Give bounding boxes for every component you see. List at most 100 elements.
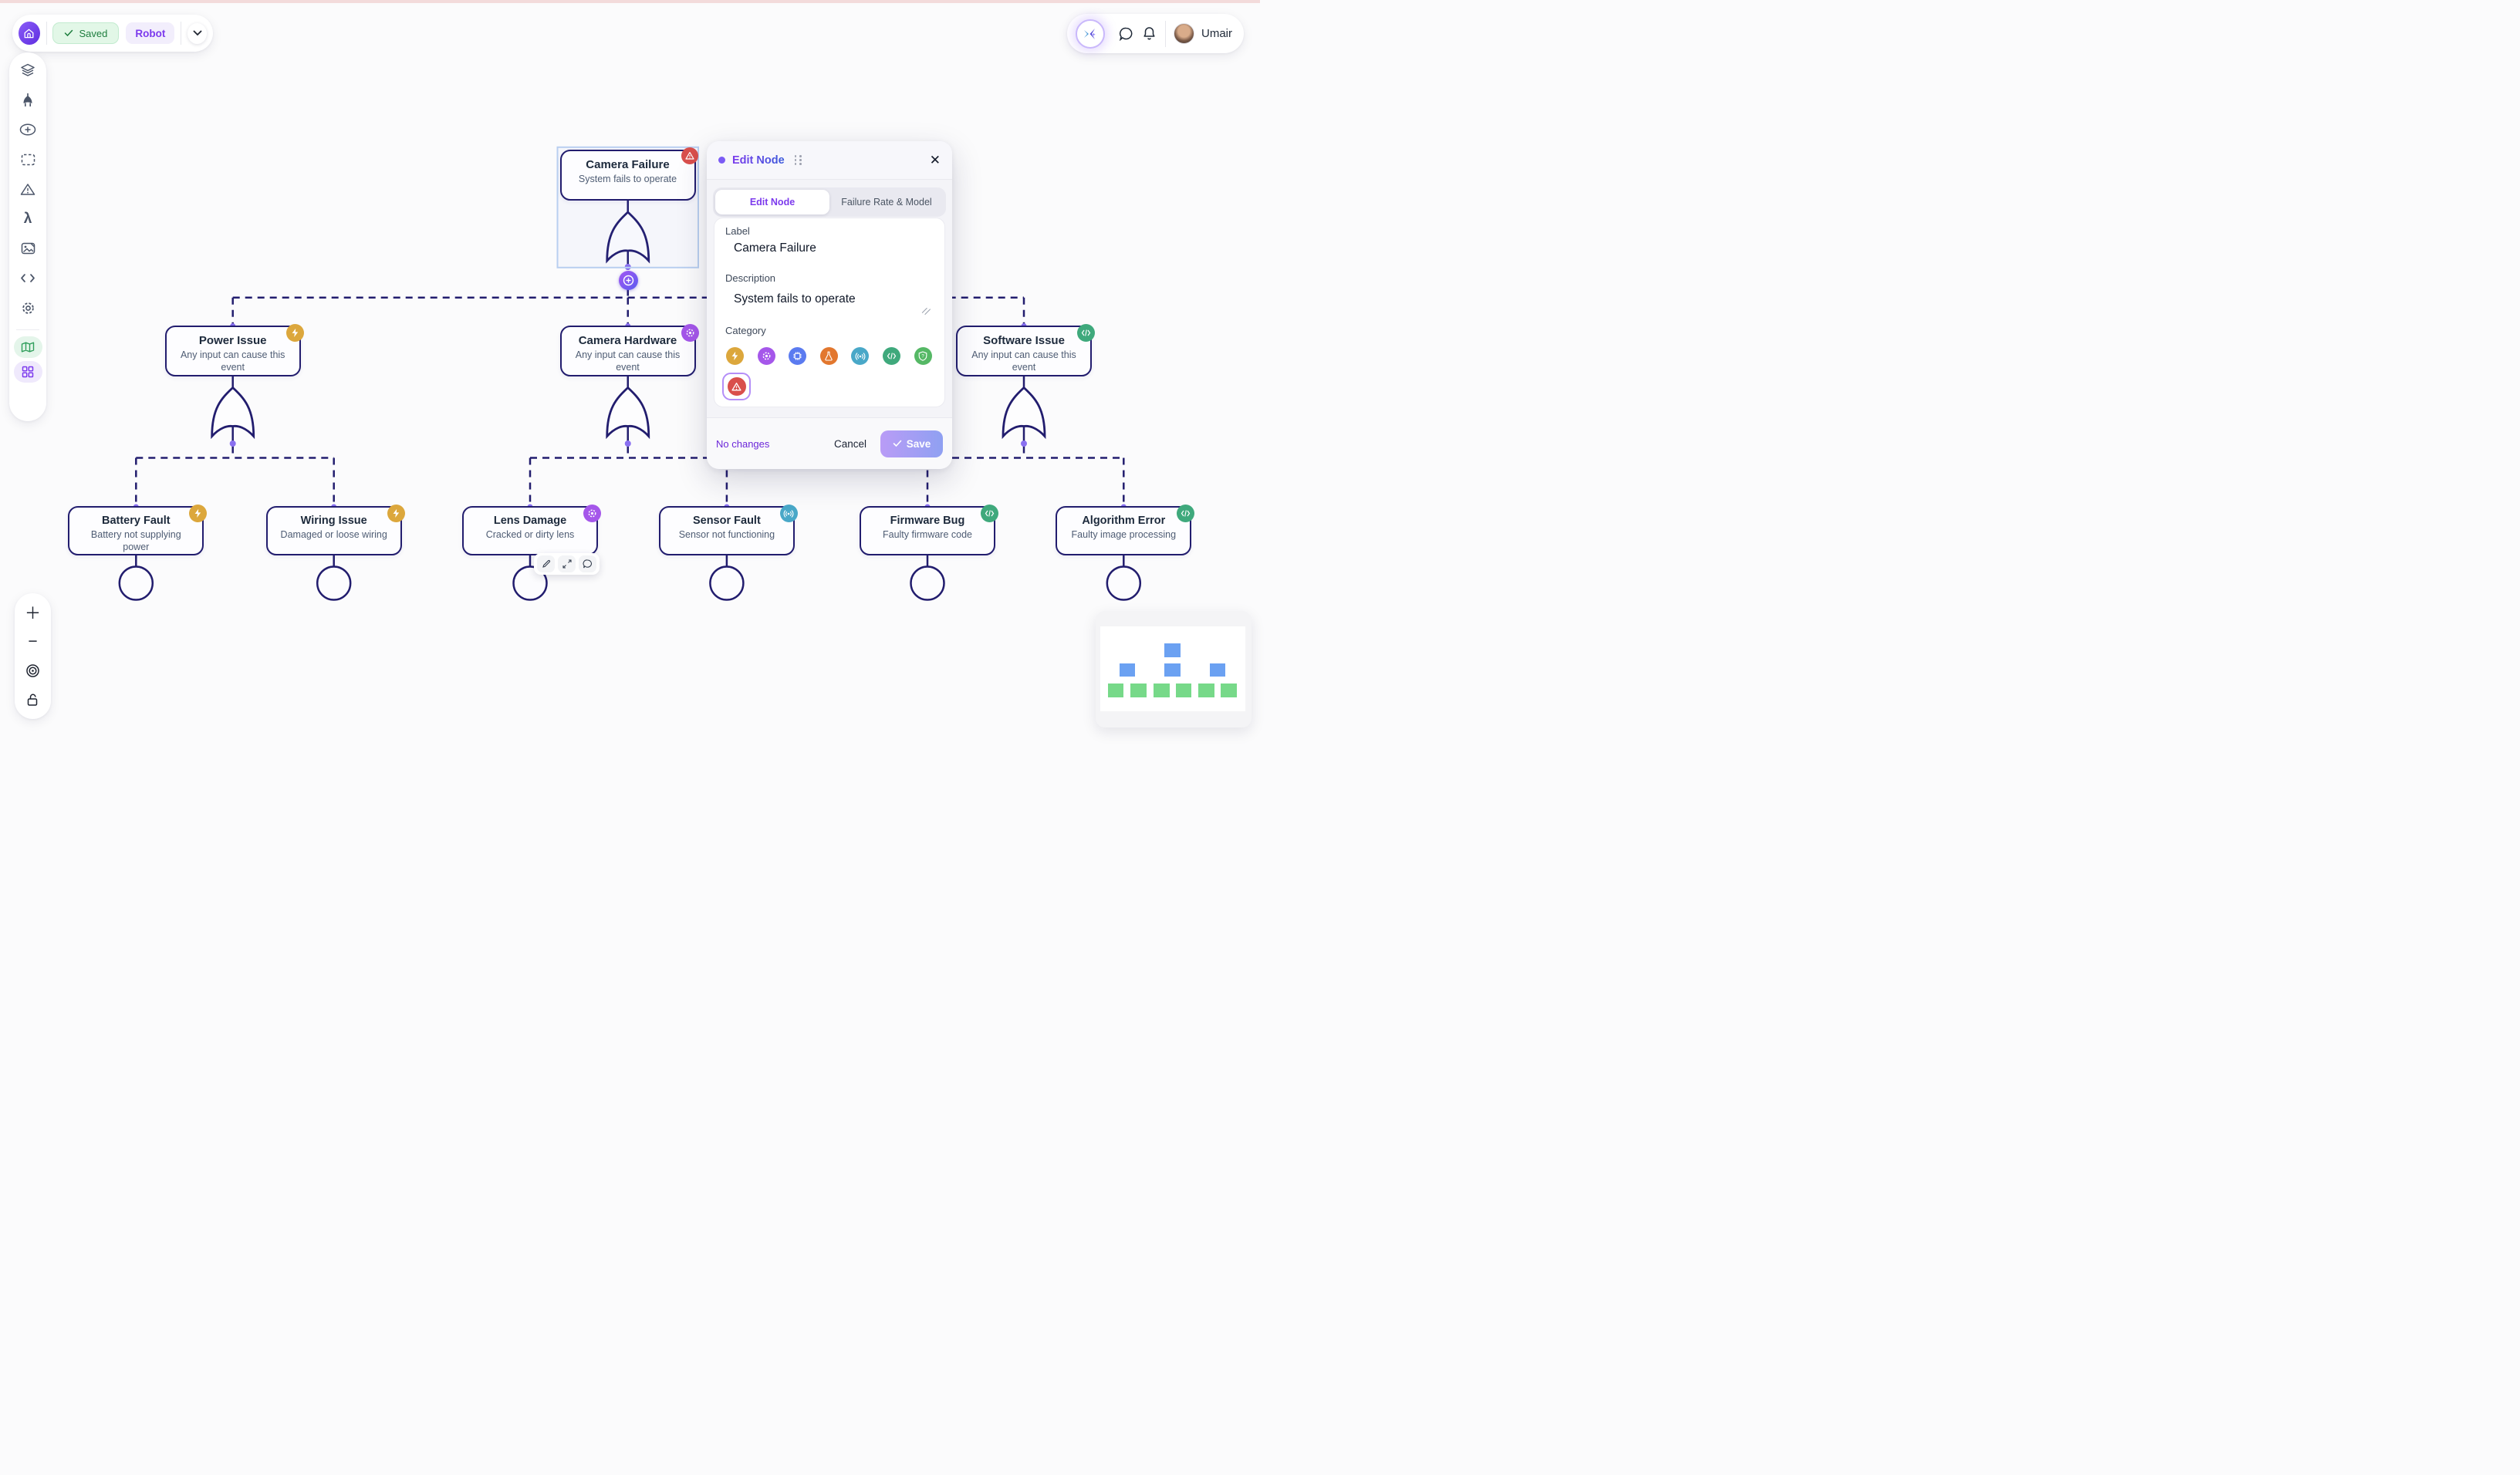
- project-name-badge[interactable]: Robot: [126, 22, 174, 44]
- node-sensor-fault[interactable]: Sensor Fault Sensor not functioning: [659, 506, 795, 555]
- minimap-toggle[interactable]: [14, 336, 42, 358]
- node-title: Algorithm Error: [1057, 515, 1190, 527]
- selection-rect-icon: [21, 154, 35, 166]
- node-title: Lens Damage: [464, 515, 596, 527]
- node-algorithm-error[interactable]: Algorithm Error Faulty image processing: [1056, 506, 1191, 555]
- warning-triangle-icon: [20, 183, 35, 196]
- panel-title: Edit Node: [732, 154, 785, 167]
- category-field-label: Category: [725, 325, 766, 336]
- node-software-issue[interactable]: Software Issue Any input can cause this …: [956, 326, 1092, 376]
- description-field-label: Description: [725, 272, 775, 284]
- node-title: Battery Fault: [69, 515, 202, 527]
- topbar-left: Saved Robot: [12, 15, 213, 52]
- node-subtitle: System fails to operate: [562, 171, 694, 185]
- saved-label: Saved: [79, 28, 107, 39]
- add-child-button[interactable]: [619, 271, 638, 290]
- warning-tool[interactable]: [15, 176, 41, 202]
- ai-assistant-button[interactable]: [1076, 19, 1105, 49]
- node-title: Power Issue: [167, 334, 299, 347]
- code-tool[interactable]: [15, 265, 41, 292]
- category-gear-icon[interactable]: [758, 347, 775, 365]
- node-wiring-issue[interactable]: Wiring Issue Damaged or loose wiring: [266, 506, 402, 555]
- save-button[interactable]: Save: [880, 430, 943, 457]
- category-warning-icon[interactable]: [728, 377, 746, 396]
- category-flask-icon[interactable]: [820, 347, 838, 365]
- grid-view-toggle[interactable]: [14, 361, 42, 383]
- lambda-tool[interactable]: λ: [15, 206, 41, 232]
- chevron-down-icon[interactable]: [187, 23, 207, 44]
- user-avatar[interactable]: [1174, 23, 1194, 44]
- category-options: ?: [726, 347, 932, 365]
- panel-form-card: Label Camera Failure Description System …: [714, 218, 945, 407]
- add-node-icon: [19, 123, 36, 136]
- layers-tool[interactable]: [15, 57, 41, 83]
- settings-tool[interactable]: [15, 295, 41, 321]
- notifications-button[interactable]: [1137, 22, 1160, 46]
- lock-button[interactable]: [22, 688, 45, 711]
- tab-edit-node[interactable]: Edit Node: [715, 190, 829, 214]
- category-code-icon[interactable]: [883, 347, 900, 365]
- category-lightning-icon[interactable]: [726, 347, 744, 365]
- select-area-tool[interactable]: [15, 147, 41, 173]
- node-battery-fault[interactable]: Battery Fault Battery not supplying powe…: [68, 506, 204, 555]
- category-broadcast-icon[interactable]: [851, 347, 869, 365]
- node-power-issue[interactable]: Power Issue Any input can cause this eve…: [165, 326, 301, 376]
- or-gate-icon: [20, 93, 35, 108]
- node-subtitle: Cracked or dirty lens: [464, 527, 596, 541]
- category-chip-icon[interactable]: [789, 347, 806, 365]
- map-icon: [21, 342, 35, 353]
- lightning-badge-icon: [387, 505, 405, 522]
- textarea-resize-handle-icon[interactable]: [920, 304, 931, 315]
- divider: [46, 22, 47, 45]
- node-title: Sensor Fault: [660, 515, 793, 527]
- panel-footer: No changes Cancel Save: [707, 417, 952, 469]
- lightning-badge-icon: [286, 324, 304, 342]
- no-changes-link[interactable]: No changes: [716, 438, 769, 450]
- label-field-input[interactable]: Camera Failure: [734, 241, 816, 255]
- save-button-label: Save: [907, 438, 931, 450]
- bell-icon: [1143, 26, 1156, 41]
- canvas-controls: ＋ −: [15, 593, 51, 719]
- gear-badge-icon: [681, 324, 699, 342]
- zoom-in-button[interactable]: ＋: [22, 601, 45, 624]
- close-icon[interactable]: ✕: [930, 154, 941, 167]
- fit-view-button[interactable]: [22, 659, 45, 682]
- minimap[interactable]: [1096, 611, 1252, 727]
- node-title: Wiring Issue: [268, 515, 400, 527]
- gate-tool[interactable]: [15, 87, 41, 113]
- node-subtitle: Any input can cause this event: [958, 347, 1090, 374]
- expand-node-button[interactable]: [558, 555, 576, 572]
- node-subtitle: Damaged or loose wiring: [268, 527, 400, 541]
- node-title: Camera Hardware: [562, 334, 694, 347]
- category-shield-question-icon[interactable]: ?: [914, 347, 932, 365]
- image-export-tool[interactable]: [15, 235, 41, 262]
- grid-icon: [22, 366, 34, 378]
- zoom-out-button[interactable]: −: [22, 630, 45, 653]
- user-name: Umair: [1201, 27, 1232, 40]
- chat-button[interactable]: [1114, 22, 1137, 46]
- divider: [16, 329, 39, 330]
- saved-status-badge: Saved: [52, 22, 119, 44]
- node-camera-hardware[interactable]: Camera Hardware Any input can cause this…: [560, 326, 696, 376]
- description-field-input[interactable]: System fails to operate: [734, 292, 856, 306]
- image-file-icon: [21, 242, 35, 255]
- node-camera-failure[interactable]: Camera Failure System fails to operate: [560, 150, 696, 201]
- tab-failure-rate-model[interactable]: Failure Rate & Model: [829, 190, 944, 214]
- home-button[interactable]: [19, 22, 40, 45]
- warning-badge-icon: [681, 147, 698, 164]
- panel-status-dot-icon: [718, 157, 725, 164]
- node-firmware-bug[interactable]: Firmware Bug Faulty firmware code: [860, 506, 995, 555]
- comment-node-button[interactable]: [579, 555, 596, 572]
- drag-handle-icon[interactable]: [795, 155, 803, 165]
- node-subtitle: Faulty image processing: [1057, 527, 1190, 541]
- node-title: Firmware Bug: [861, 515, 994, 527]
- add-node-tool[interactable]: [15, 116, 41, 143]
- svg-text:?: ?: [921, 354, 924, 359]
- cancel-button[interactable]: Cancel: [834, 438, 866, 450]
- node-hover-toolbar: [534, 553, 600, 575]
- category-selected-wrapper[interactable]: [722, 373, 751, 400]
- node-lens-damage[interactable]: Lens Damage Cracked or dirty lens: [462, 506, 598, 555]
- edit-node-button[interactable]: [537, 555, 555, 572]
- node-title: Software Issue: [958, 334, 1090, 347]
- left-toolbar: λ: [9, 52, 46, 421]
